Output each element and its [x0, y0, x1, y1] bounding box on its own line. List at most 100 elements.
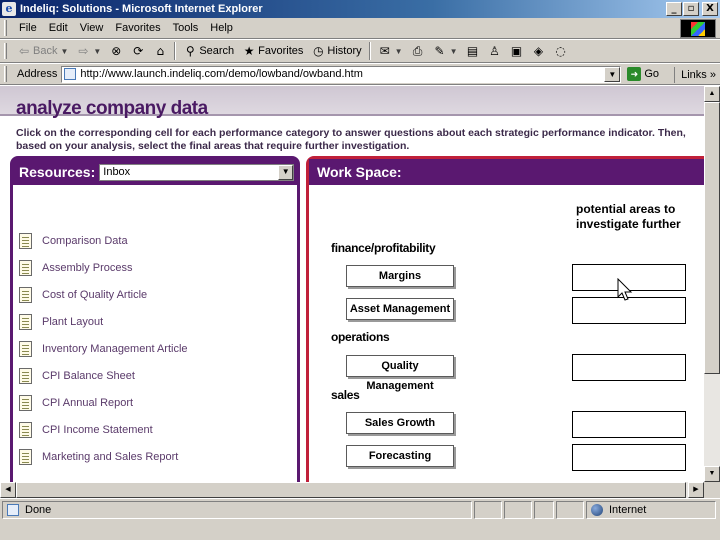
document-icon [19, 286, 32, 303]
scroll-left-icon[interactable]: ◀ [0, 482, 16, 498]
chat-icon: ◌ [555, 44, 566, 58]
stop-icon: ⊗ [111, 44, 122, 58]
vertical-scrollbar[interactable]: ▲ ▼ [704, 86, 720, 482]
address-input[interactable]: http://www.launch.indeliq.com/demo/lowba… [61, 65, 622, 83]
chevron-down-icon[interactable]: ▼ [278, 164, 294, 180]
address-bar: Address http://www.launch.indeliq.com/de… [0, 63, 720, 85]
horizontal-scrollbar[interactable]: ◀ ▶ [0, 482, 704, 498]
related-icon: ◈ [533, 44, 544, 58]
workspace-title: Work Space: [317, 164, 402, 180]
margins-button[interactable]: Margins [346, 265, 454, 287]
scrollbar-corner [704, 482, 720, 498]
back-dropdown-icon[interactable]: ▼ [60, 47, 68, 56]
page-title: analyze company data [16, 98, 208, 119]
research-button[interactable]: ▣ [506, 41, 528, 61]
quality-management-investigate-cell[interactable] [572, 354, 686, 381]
edit-dropdown-icon[interactable]: ▼ [450, 47, 458, 56]
windows-logo-throbber [680, 19, 716, 38]
edit-icon: ✎ [434, 44, 445, 58]
mail-dropdown-icon[interactable]: ▼ [395, 47, 403, 56]
resources-list: Comparison Data Assembly Process Cost of… [19, 227, 188, 470]
forward-arrow-icon: ⇨ [78, 44, 89, 58]
resource-plant-layout[interactable]: Plant Layout [19, 308, 188, 335]
discuss-icon: ▤ [466, 44, 479, 58]
resource-marketing-and-sales-report[interactable]: Marketing and Sales Report [19, 443, 188, 470]
menu-help[interactable]: Help [204, 22, 239, 34]
vertical-scroll-thumb[interactable] [704, 102, 720, 374]
history-icon: ◷ [313, 44, 324, 58]
forward-dropdown-icon[interactable]: ▼ [93, 47, 101, 56]
chat-button[interactable]: ◌ [550, 41, 572, 61]
home-button[interactable]: ⌂ [149, 41, 171, 61]
go-arrow-icon: ➜ [627, 67, 642, 81]
address-url[interactable]: http://www.launch.indeliq.com/demo/lowba… [80, 68, 363, 80]
asset-management-button[interactable]: Asset Management [346, 298, 454, 320]
links-button[interactable]: Links » [674, 67, 716, 83]
page-header: analyze company data [0, 86, 704, 119]
mail-button[interactable]: ✉ ▼ [374, 41, 407, 61]
horizontal-scroll-thumb[interactable] [16, 482, 686, 498]
resource-cpi-balance-sheet[interactable]: CPI Balance Sheet [19, 362, 188, 389]
menu-bar: File Edit View Favorites Tools Help [0, 18, 720, 39]
toolbar-grip[interactable] [4, 20, 7, 36]
workspace-header: Work Space: [309, 159, 704, 185]
back-button[interactable]: ⇦ Back ▼ [13, 41, 72, 61]
edit-button[interactable]: ✎ ▼ [429, 41, 462, 61]
print-button[interactable]: ⎙ [407, 41, 429, 61]
related-button[interactable]: ◈ [528, 41, 550, 61]
toolbar-grip[interactable] [4, 66, 7, 82]
refresh-button[interactable]: ⟳ [127, 41, 149, 61]
search-button[interactable]: ⚲ Search [179, 41, 238, 61]
menu-favorites[interactable]: Favorites [109, 22, 166, 34]
page-icon [64, 68, 77, 80]
security-zone: Internet [586, 501, 716, 519]
document-icon [19, 313, 32, 330]
resource-cost-of-quality-article[interactable]: Cost of Quality Article [19, 281, 188, 308]
forecasting-investigate-cell[interactable] [572, 444, 686, 471]
menu-file[interactable]: File [13, 22, 43, 34]
research-icon: ▣ [510, 44, 523, 58]
go-button[interactable]: ➜ Go [627, 67, 659, 81]
forecasting-button[interactable]: Forecasting [346, 445, 454, 467]
scroll-right-icon[interactable]: ▶ [688, 482, 704, 498]
status-cell-empty-1 [474, 501, 502, 519]
resources-title: Resources: [19, 164, 96, 180]
resource-cpi-annual-report[interactable]: CPI Annual Report [19, 389, 188, 416]
document-icon [19, 448, 32, 465]
document-icon [19, 367, 32, 384]
resource-inventory-management-article[interactable]: Inventory Management Article [19, 335, 188, 362]
minimize-button[interactable]: _ [666, 2, 682, 16]
address-dropdown-icon[interactable]: ▼ [604, 66, 621, 82]
globe-icon [591, 504, 603, 516]
home-icon: ⌂ [156, 44, 165, 58]
scroll-down-icon[interactable]: ▼ [704, 466, 720, 482]
scroll-up-icon[interactable]: ▲ [704, 86, 720, 102]
maximize-button[interactable]: ▫ [683, 2, 699, 16]
resources-select[interactable]: Inbox ▼ [99, 163, 295, 181]
forward-button[interactable]: ⇨ ▼ [72, 41, 105, 61]
resource-comparison-data[interactable]: Comparison Data [19, 227, 188, 254]
standard-toolbar: ⇦ Back ▼ ⇨ ▼ ⊗ ⟳ ⌂ ⚲ Search ★ Favorites … [0, 39, 720, 63]
messenger-button[interactable]: ♙ [484, 41, 506, 61]
status-cell-empty-3 [534, 501, 554, 519]
menu-tools[interactable]: Tools [167, 22, 205, 34]
menu-view[interactable]: View [74, 22, 110, 34]
page-done-icon [7, 504, 19, 516]
discuss-button[interactable]: ▤ [462, 41, 484, 61]
stop-button[interactable]: ⊗ [105, 41, 127, 61]
status-text: Done [2, 501, 472, 519]
history-button[interactable]: ◷ History [307, 41, 365, 61]
sales-growth-button[interactable]: Sales Growth [346, 412, 454, 434]
status-cell-empty-4 [556, 501, 584, 519]
favorites-button[interactable]: ★ Favorites [238, 41, 307, 61]
section-operations: operations [331, 330, 390, 344]
close-button[interactable]: X [702, 2, 718, 16]
quality-management-button[interactable]: Quality Management [346, 355, 454, 392]
resource-cpi-income-statement[interactable]: CPI Income Statement [19, 416, 188, 443]
resource-assembly-process[interactable]: Assembly Process [19, 254, 188, 281]
sales-growth-investigate-cell[interactable] [572, 411, 686, 438]
resources-header: Resources: Inbox ▼ [13, 159, 297, 185]
window-title: Indeliq: Solutions - Microsoft Internet … [20, 3, 263, 15]
toolbar-grip[interactable] [4, 43, 7, 59]
menu-edit[interactable]: Edit [43, 22, 74, 34]
